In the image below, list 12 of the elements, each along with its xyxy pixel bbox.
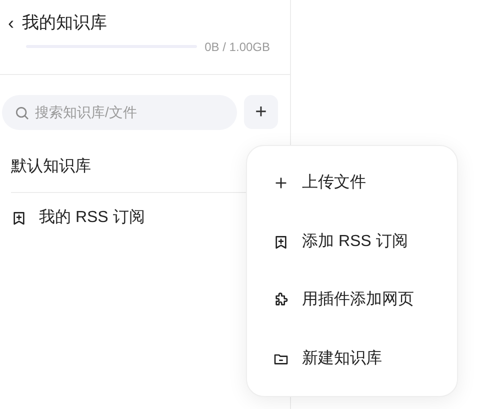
- back-button[interactable]: ‹: [8, 14, 14, 32]
- puzzle-icon: [273, 292, 289, 308]
- search-field[interactable]: 搜索知识库/文件: [2, 94, 237, 130]
- search-icon: [14, 104, 30, 120]
- add-button[interactable]: +: [244, 95, 278, 129]
- menu-item[interactable]: 用插件添加网页: [247, 280, 457, 320]
- page-title: 我的知识库: [22, 12, 107, 34]
- menu-item[interactable]: 新建知识库: [247, 338, 457, 379]
- bookmark-plus-icon: [11, 210, 27, 226]
- bookmark-plus-icon: [273, 234, 289, 250]
- storage-reading: 0B / 1.00GB: [204, 38, 270, 56]
- knowledge-base-item[interactable]: 我的 RSS 订阅: [11, 192, 279, 242]
